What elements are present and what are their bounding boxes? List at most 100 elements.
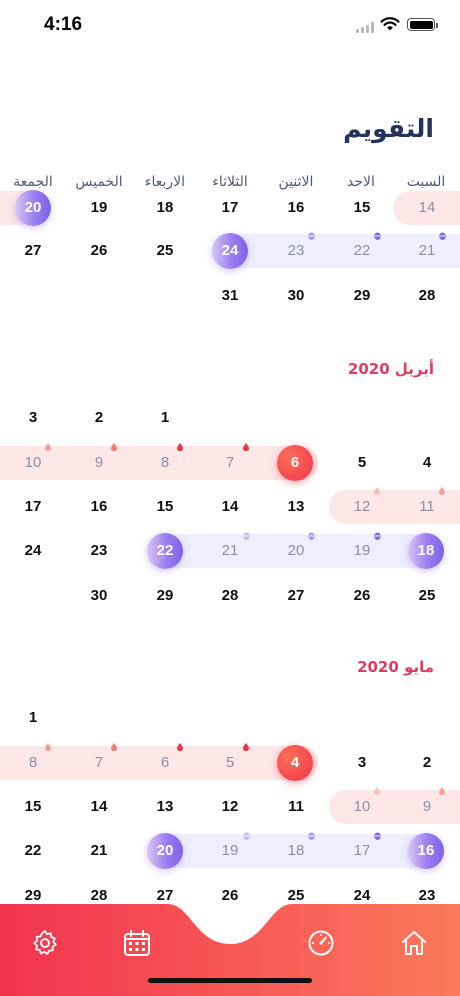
calendar-day[interactable]: 2: [397, 746, 457, 780]
drop-icon: [439, 487, 445, 495]
drop-icon: [177, 443, 183, 451]
calendar-day[interactable]: 17: [332, 834, 392, 868]
drop-icon: [243, 443, 249, 451]
calendar-day[interactable]: 4: [397, 446, 457, 480]
page-title: التقويم: [343, 114, 434, 143]
calendar-day[interactable]: 1: [3, 701, 63, 735]
drop-icon: [439, 787, 445, 795]
calendar-day[interactable]: 20: [266, 534, 326, 568]
calendar-day[interactable]: 13: [135, 790, 195, 824]
calendar-day[interactable]: 8: [3, 746, 63, 780]
calendar-day[interactable]: 13: [266, 490, 326, 524]
calendar-day[interactable]: 21: [200, 534, 260, 568]
calendar-day[interactable]: 25: [135, 234, 195, 268]
egg-icon: [308, 232, 315, 240]
ovulation-day-circle[interactable]: 16: [408, 833, 444, 869]
ovulation-day-circle[interactable]: 24: [212, 233, 248, 269]
calendar-day[interactable]: 10: [3, 446, 63, 480]
home-icon[interactable]: [399, 928, 429, 958]
drop-icon: [45, 443, 51, 451]
calendar-day[interactable]: 16: [266, 191, 326, 225]
signal-icon: [356, 22, 374, 33]
egg-icon: [308, 532, 315, 540]
calendar-day[interactable]: 28: [200, 579, 260, 613]
drop-icon: [243, 743, 249, 751]
calendar-day[interactable]: 16: [69, 490, 129, 524]
calendar-day[interactable]: 5: [200, 746, 260, 780]
drop-icon: [111, 743, 117, 751]
status-bar: 4:16: [0, 0, 460, 50]
ovulation-day-circle[interactable]: 18: [408, 533, 444, 569]
calendar-day[interactable]: 11: [266, 790, 326, 824]
calendar-day[interactable]: 3: [332, 746, 392, 780]
weekday-wed: الاربعاء: [144, 174, 186, 190]
drop-icon: [177, 743, 183, 751]
calendar-day[interactable]: 14: [69, 790, 129, 824]
ovulation-day-circle[interactable]: 20: [15, 190, 51, 226]
weekday-mon: الاثنين: [278, 174, 314, 190]
status-time: 4:16: [44, 14, 83, 35]
egg-icon: [374, 832, 381, 840]
period-day-circle[interactable]: 6: [277, 445, 313, 481]
ovulation-day-circle[interactable]: 20: [147, 833, 183, 869]
calendar-day[interactable]: 29: [135, 579, 195, 613]
calendar-icon[interactable]: [122, 928, 152, 958]
settings-icon[interactable]: [30, 928, 60, 958]
calendar-day[interactable]: 25: [397, 579, 457, 613]
month-title: مايو 2020: [357, 658, 434, 676]
calendar-day[interactable]: 22: [3, 834, 63, 868]
calendar-day[interactable]: 30: [69, 579, 129, 613]
calendar-day[interactable]: 26: [69, 234, 129, 268]
calendar-day[interactable]: 9: [397, 790, 457, 824]
calendar-day[interactable]: 27: [266, 579, 326, 613]
calendar-day[interactable]: 19: [200, 834, 260, 868]
calendar-day[interactable]: 26: [332, 579, 392, 613]
calendar-day[interactable]: 23: [266, 234, 326, 268]
calendar-day[interactable]: 19: [332, 534, 392, 568]
calendar-day[interactable]: 6: [135, 746, 195, 780]
calendar-day[interactable]: 3: [3, 401, 63, 435]
timer-icon[interactable]: [306, 928, 336, 958]
calendar-day[interactable]: 21: [69, 834, 129, 868]
egg-icon: [243, 532, 250, 540]
home-indicator: [148, 978, 312, 983]
calendar-day[interactable]: 22: [332, 234, 392, 268]
calendar-day[interactable]: 12: [200, 790, 260, 824]
period-day-circle[interactable]: 4: [277, 745, 313, 781]
month-title: أبريل 2020: [347, 360, 434, 378]
ovulation-day-circle[interactable]: 22: [147, 533, 183, 569]
calendar-day[interactable]: 1: [135, 401, 195, 435]
egg-icon: [374, 232, 381, 240]
calendar-day[interactable]: 19: [69, 191, 129, 225]
calendar-day[interactable]: 29: [332, 279, 392, 313]
calendar-day[interactable]: 7: [69, 746, 129, 780]
calendar-day[interactable]: 5: [332, 446, 392, 480]
calendar-day[interactable]: 15: [135, 490, 195, 524]
calendar-day[interactable]: 17: [200, 191, 260, 225]
calendar-day[interactable]: 11: [397, 490, 457, 524]
calendar-day[interactable]: 18: [135, 191, 195, 225]
calendar-day[interactable]: 21: [397, 234, 457, 268]
calendar-day[interactable]: 28: [397, 279, 457, 313]
calendar-day[interactable]: 14: [200, 490, 260, 524]
battery-icon: [407, 18, 438, 31]
calendar-day[interactable]: 23: [69, 534, 129, 568]
calendar-day[interactable]: 17: [3, 490, 63, 524]
calendar-day[interactable]: 7: [200, 446, 260, 480]
calendar-day[interactable]: 2: [69, 401, 129, 435]
calendar-day[interactable]: 18: [266, 834, 326, 868]
egg-icon: [439, 232, 446, 240]
calendar-day[interactable]: 27: [3, 234, 63, 268]
calendar-day[interactable]: 31: [200, 279, 260, 313]
calendar-day[interactable]: 24: [3, 534, 63, 568]
calendar-day[interactable]: 15: [3, 790, 63, 824]
calendar-day[interactable]: 8: [135, 446, 195, 480]
calendar-day[interactable]: 30: [266, 279, 326, 313]
calendar-day[interactable]: 12: [332, 490, 392, 524]
calendar-day[interactable]: 14: [397, 191, 457, 225]
calendar-day[interactable]: 9: [69, 446, 129, 480]
egg-icon: [374, 532, 381, 540]
calendar-day[interactable]: 10: [332, 790, 392, 824]
weekday-sat: السبت: [406, 174, 446, 190]
calendar-day[interactable]: 15: [332, 191, 392, 225]
